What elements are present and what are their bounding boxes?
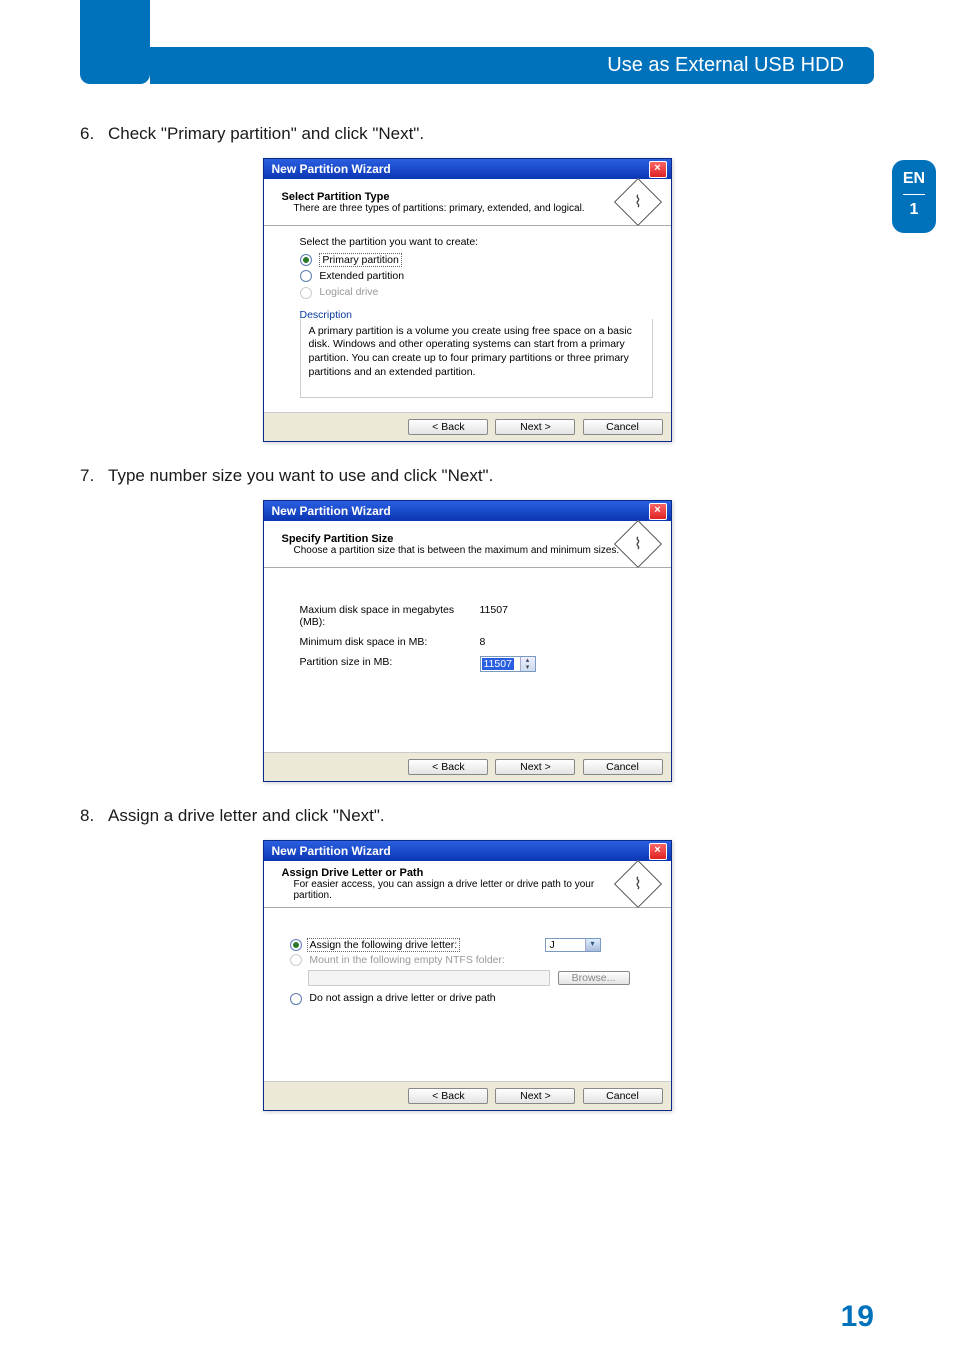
dlg3-heading: Assign Drive Letter or Path [282, 867, 424, 879]
side-tab-lang: EN [892, 170, 936, 188]
radio-mount-ntfs [290, 954, 302, 966]
close-icon[interactable]: × [649, 503, 667, 520]
description-text: A primary partition is a volume you crea… [300, 319, 653, 399]
dlg1-subheading: There are three types of partitions: pri… [294, 203, 585, 214]
step-8: 8.Assign a drive letter and click "Next"… [80, 806, 854, 826]
drive-letter-select[interactable]: J ▾ [545, 938, 601, 952]
dialog-header: Specify Partition Size Choose a partitio… [264, 521, 671, 568]
dialog-titlebar[interactable]: New Partition Wizard × [264, 501, 671, 521]
radio-no-assign-label: Do not assign a drive letter or drive pa… [309, 992, 495, 1004]
step-7-text: Type number size you want to use and cli… [108, 466, 493, 485]
step-6-text: Check "Primary partition" and click "Nex… [108, 124, 424, 143]
dialog-partition-size: New Partition Wizard × Specify Partition… [263, 500, 672, 782]
radio-logical [300, 287, 312, 299]
back-button[interactable]: < Back [408, 1088, 488, 1104]
dialog-titlebar[interactable]: New Partition Wizard × [264, 159, 671, 179]
partition-size-label: Partition size in MB: [300, 656, 480, 672]
page-number: 19 [841, 1300, 874, 1334]
next-button[interactable]: Next > [495, 1088, 575, 1104]
back-button[interactable]: < Back [408, 759, 488, 775]
radio-no-assign[interactable] [290, 993, 302, 1005]
disk-icon: ⌇ [613, 520, 661, 568]
page-section-title: Use as External USB HDD [150, 47, 874, 84]
radio-logical-label: Logical drive [319, 286, 378, 298]
partition-size-input[interactable]: 11507 ▴▾ [480, 656, 536, 672]
dialog-title-text: New Partition Wizard [272, 162, 391, 176]
dlg2-subheading: Choose a partition size that is between … [294, 545, 620, 556]
drive-letter-value: J [550, 939, 555, 951]
step-8-num: 8. [80, 806, 108, 826]
browse-button: Browse... [558, 971, 630, 985]
side-tab-section: 1 [892, 201, 936, 219]
radio-primary[interactable] [300, 254, 312, 266]
dialog-title-text: New Partition Wizard [272, 504, 391, 518]
header-accent-block [80, 0, 150, 84]
step-7-num: 7. [80, 466, 108, 486]
dlg1-prompt: Select the partition you want to create: [300, 236, 653, 248]
dlg3-subheading: For easier access, you can assign a driv… [294, 879, 621, 901]
spinner-arrows-icon[interactable]: ▴▾ [520, 657, 535, 671]
next-button[interactable]: Next > [495, 419, 575, 435]
dlg2-heading: Specify Partition Size [282, 533, 394, 545]
ntfs-path-input [308, 970, 550, 986]
radio-extended-label: Extended partition [319, 270, 404, 282]
min-size-value: 8 [480, 636, 486, 648]
max-size-value: 11507 [480, 604, 508, 628]
radio-extended[interactable] [300, 270, 312, 282]
max-size-label: Maxium disk space in megabytes (MB): [300, 604, 480, 628]
disk-icon: ⌇ [613, 178, 661, 226]
back-button[interactable]: < Back [408, 419, 488, 435]
cancel-button[interactable]: Cancel [583, 1088, 663, 1104]
dialog-header: Select Partition Type There are three ty… [264, 179, 671, 226]
dialog-header: Assign Drive Letter or Path For easier a… [264, 861, 671, 908]
chevron-down-icon[interactable]: ▾ [585, 939, 600, 951]
step-7: 7.Type number size you want to use and c… [80, 466, 854, 486]
step-6: 6.Check "Primary partition" and click "N… [80, 124, 854, 144]
close-icon[interactable]: × [649, 161, 667, 178]
dlg1-heading: Select Partition Type [282, 191, 390, 203]
close-icon[interactable]: × [649, 843, 667, 860]
step-8-text: Assign a drive letter and click "Next". [108, 806, 385, 825]
disk-icon: ⌇ [613, 860, 661, 908]
radio-assign-letter-label: Assign the following drive letter: [307, 938, 461, 952]
cancel-button[interactable]: Cancel [583, 419, 663, 435]
page-header-bar: Use as External USB HDD [0, 0, 954, 84]
radio-assign-letter[interactable] [290, 939, 302, 951]
dialog-titlebar[interactable]: New Partition Wizard × [264, 841, 671, 861]
step-6-num: 6. [80, 124, 108, 144]
radio-primary-label: Primary partition [319, 253, 401, 267]
partition-size-value: 11507 [482, 658, 514, 670]
cancel-button[interactable]: Cancel [583, 759, 663, 775]
min-size-label: Minimum disk space in MB: [300, 636, 480, 648]
next-button[interactable]: Next > [495, 759, 575, 775]
side-language-tab: EN 1 [892, 160, 936, 233]
dialog-drive-letter: New Partition Wizard × Assign Drive Lett… [263, 840, 672, 1110]
radio-mount-ntfs-label: Mount in the following empty NTFS folder… [309, 954, 505, 966]
dialog-partition-type: New Partition Wizard × Select Partition … [263, 158, 672, 442]
dialog-title-text: New Partition Wizard [272, 844, 391, 858]
